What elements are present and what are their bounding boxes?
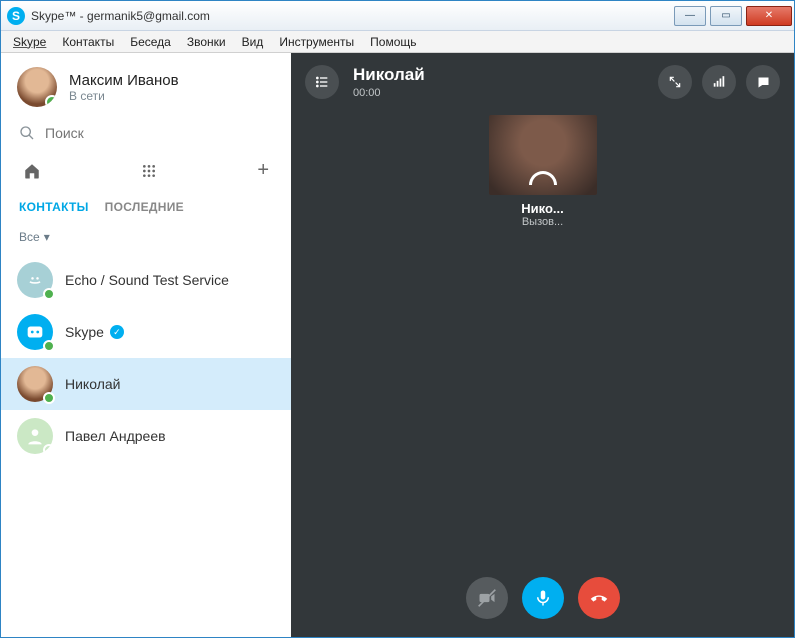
tab-contacts[interactable]: КОНТАКТЫ [19,200,89,214]
verified-badge-icon: ✓ [110,325,124,339]
contact-item[interactable]: Echo / Sound Test Service [1,254,291,306]
end-call-button[interactable] [578,577,620,619]
menu-skype[interactable]: Skype [7,33,52,51]
search-icon [19,125,35,141]
call-controls [291,577,794,619]
nav-icons: + [1,151,291,192]
contact-avatar [17,314,53,350]
skype-app-icon: S [7,7,25,25]
call-body: Нико... Вызов... [291,115,794,228]
presence-indicator [43,340,55,352]
profile-name: Максим Иванов [69,72,179,89]
contacts-list: Echo / Sound Test Service Skype ✓ Никола… [1,254,291,637]
thumbnail-name: Нико... [521,201,564,216]
chat-button[interactable] [746,65,780,99]
chevron-down-icon: ▾ [44,230,50,244]
presence-indicator [45,95,57,107]
maximize-button[interactable]: ▭ [710,6,742,26]
menu-contacts[interactable]: Контакты [56,33,120,51]
menu-conversation[interactable]: Беседа [124,33,177,51]
contact-name: Павел Андреев [65,428,166,444]
profile-section[interactable]: Максим Иванов В сети [1,53,291,115]
contact-avatar [17,418,53,454]
filter-dropdown[interactable]: Все ▾ [1,224,291,254]
contact-name: Николай [65,376,120,392]
contact-name: Echo / Sound Test Service [65,272,229,288]
thumbnail-status: Вызов... [522,216,563,228]
presence-indicator [43,288,55,300]
call-timer: 00:00 [353,87,425,99]
phone-icon [529,171,557,185]
menu-view[interactable]: Вид [236,33,270,51]
sidebar: Максим Иванов В сети + КОНТАКТЫ ПОСЛЕДНИ… [1,53,291,637]
video-toggle-button[interactable] [466,577,508,619]
call-header: Николай 00:00 [291,53,794,111]
profile-status: В сети [69,89,179,103]
tabs: КОНТАКТЫ ПОСЛЕДНИЕ [1,192,291,224]
window-title: Skype™ - germanik5@gmail.com [31,9,210,23]
menubar: Skype Контакты Беседа Звонки Вид Инструм… [1,31,794,53]
minimize-button[interactable]: — [674,6,706,26]
window-controls: — ▭ ✕ [674,6,794,26]
filter-label: Все [19,230,40,244]
contact-item[interactable]: Николай [1,358,291,410]
close-button[interactable]: ✕ [746,6,792,26]
presence-indicator [43,392,55,404]
tab-recent[interactable]: ПОСЛЕДНИЕ [105,200,184,214]
add-icon[interactable]: + [257,159,269,182]
titlebar: S Skype™ - germanik5@gmail.com — ▭ ✕ [1,1,794,31]
search-input[interactable] [45,125,273,141]
menu-calls[interactable]: Звонки [181,33,232,51]
menu-help[interactable]: Помощь [364,33,422,51]
video-thumbnail[interactable] [489,115,597,195]
conversation-list-button[interactable] [305,65,339,99]
contact-item[interactable]: Skype ✓ [1,306,291,358]
menu-tools[interactable]: Инструменты [273,33,360,51]
fullscreen-button[interactable] [658,65,692,99]
presence-indicator [43,444,55,456]
contact-avatar [17,366,53,402]
contact-name: Skype ✓ [65,324,124,340]
home-icon[interactable] [23,162,41,180]
call-quality-button[interactable] [702,65,736,99]
microphone-button[interactable] [522,577,564,619]
search-row[interactable] [1,115,291,151]
contact-avatar [17,262,53,298]
contact-item[interactable]: Павел Андреев [1,410,291,462]
dialpad-icon[interactable] [141,163,157,179]
callee-name: Николай [353,65,425,85]
profile-avatar [17,67,57,107]
call-panel: Николай 00:00 Нико... Вызов... [291,53,794,637]
